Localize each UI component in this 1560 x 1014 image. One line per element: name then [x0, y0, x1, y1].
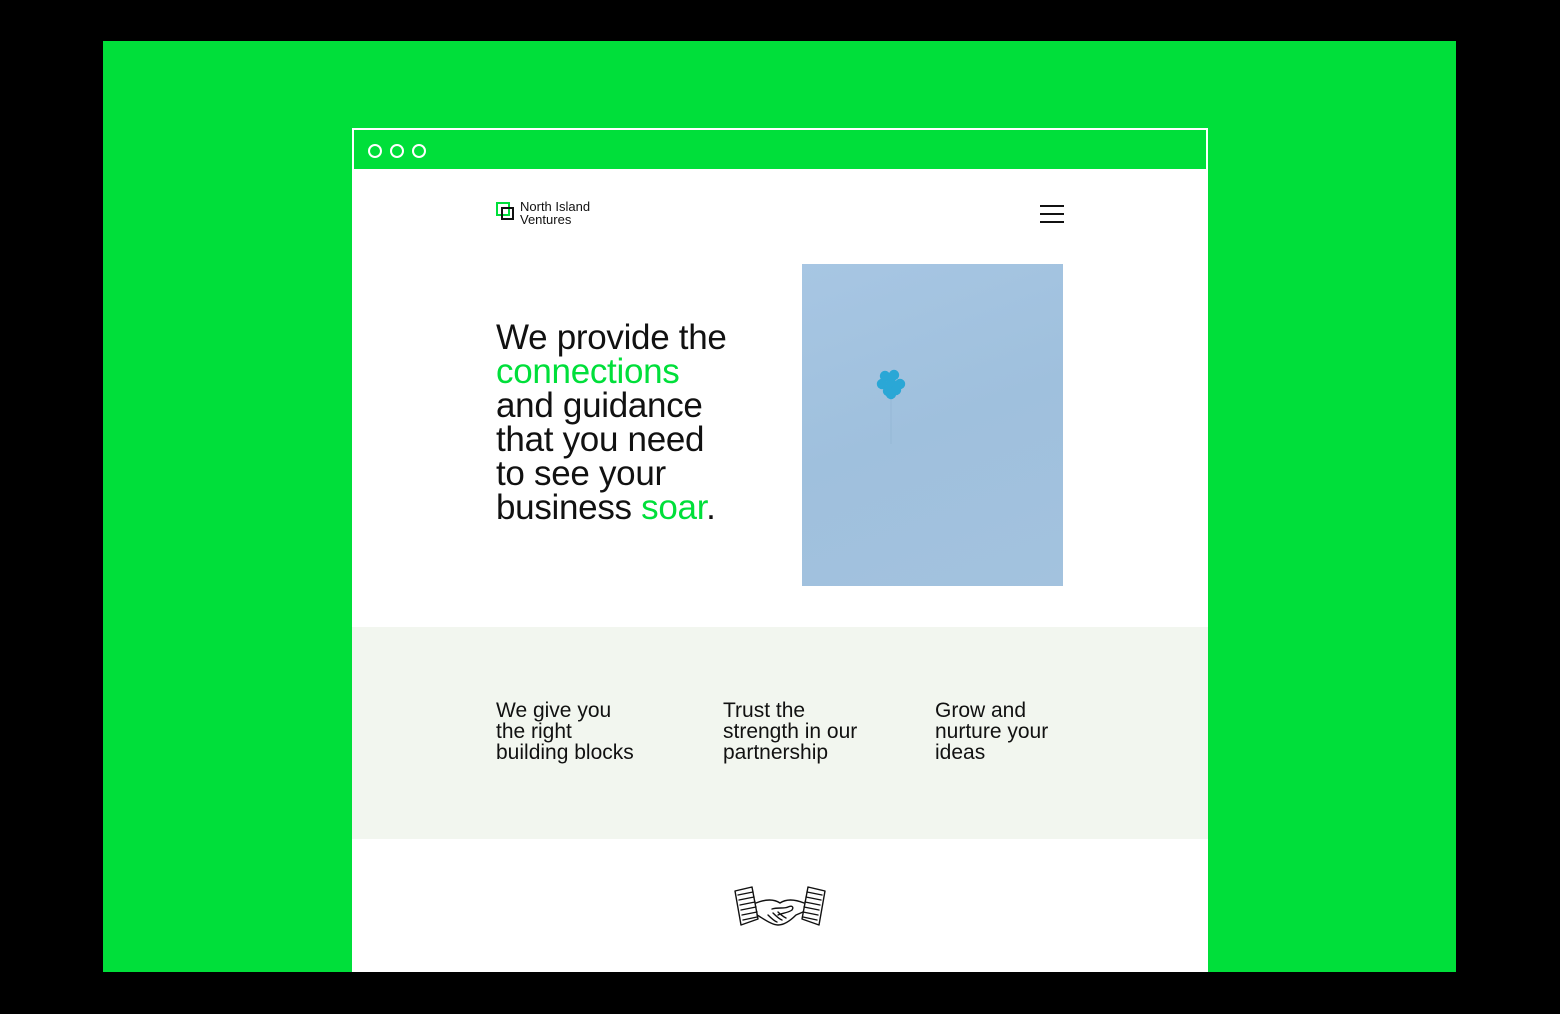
- hero-line: and guidance: [496, 388, 796, 423]
- hero-headline: We provide the connections and guidance tha…: [496, 320, 796, 527]
- logo-line-2: Ventures: [520, 212, 572, 227]
- logo-mark-icon: [496, 202, 514, 220]
- hero-line: business soar.: [496, 488, 796, 527]
- feature-partnership: Trust the strength in our partnership: [723, 699, 858, 764]
- features-band: We give you the right building blocks Tr…: [352, 627, 1208, 839]
- hero-line: connections: [496, 354, 796, 389]
- feature-building-blocks: We give you the right building blocks: [496, 699, 634, 764]
- window-control-maximize[interactable]: [412, 144, 426, 158]
- browser-window: North Island Ventures We provide the conn…: [352, 128, 1208, 972]
- hero-line: to see your: [496, 456, 796, 491]
- logo-wordmark: North Island Ventures: [520, 200, 590, 226]
- hero-text: business: [496, 488, 642, 527]
- hero-text: .: [706, 488, 716, 527]
- window-control-minimize[interactable]: [390, 144, 404, 158]
- handshake-icon: [734, 886, 826, 926]
- balloons-icon: [876, 369, 906, 444]
- hero-photo-balloons: [802, 264, 1063, 586]
- hamburger-menu-icon[interactable]: [1040, 205, 1064, 223]
- balloon: [885, 388, 897, 400]
- hero-line: We provide the: [496, 320, 796, 355]
- green-backdrop: North Island Ventures We provide the conn…: [103, 41, 1456, 972]
- feature-nurture-ideas: Grow and nurture your ideas: [935, 699, 1049, 764]
- window-control-close[interactable]: [368, 144, 382, 158]
- hero-line: that you need: [496, 422, 796, 457]
- hero-accent-word: soar: [641, 488, 707, 527]
- window-titlebar: [352, 128, 1208, 171]
